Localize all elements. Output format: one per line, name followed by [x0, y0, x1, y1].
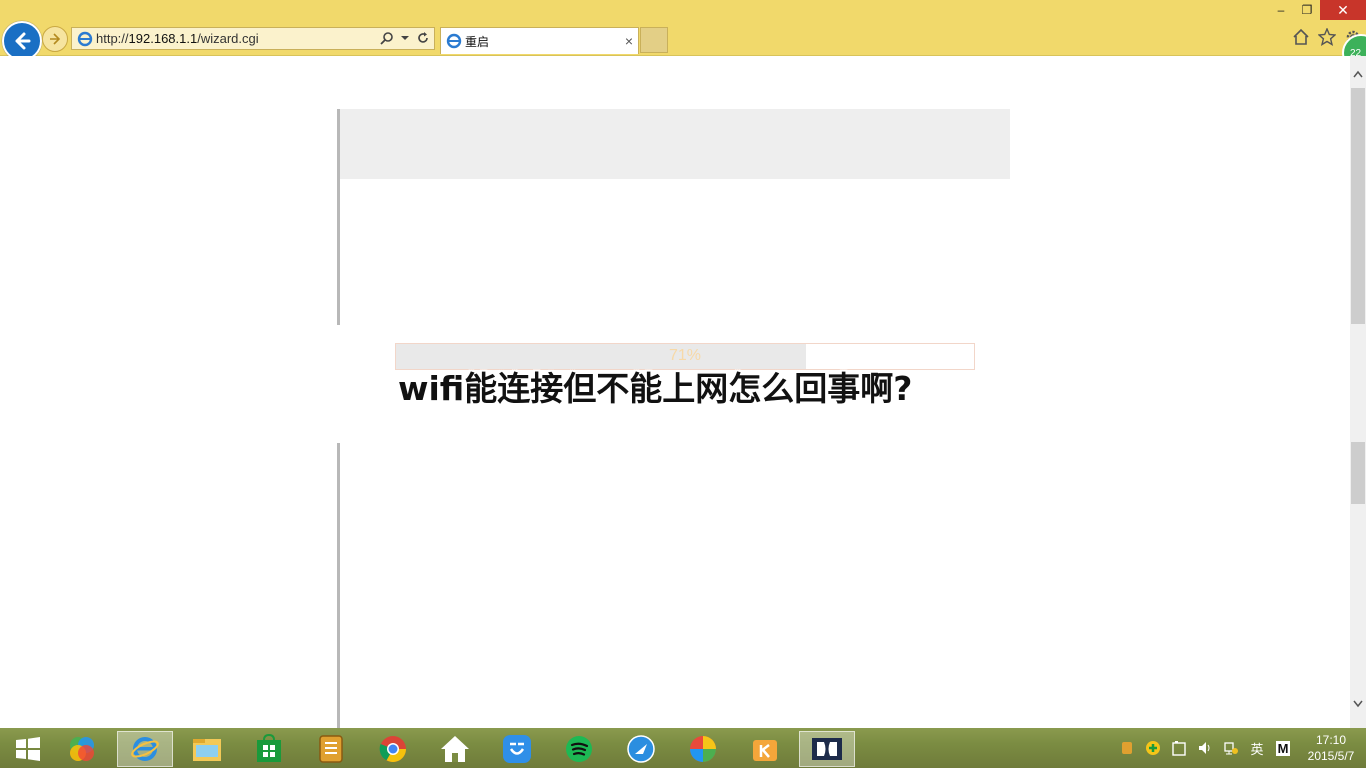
- restore-button[interactable]: ❐: [1294, 0, 1320, 20]
- taskbar-kuaibo[interactable]: [737, 731, 793, 767]
- tray-notes-icon: [1122, 742, 1132, 754]
- url-path: /wizard.cgi: [197, 31, 259, 46]
- app-blue-icon: [503, 735, 531, 763]
- ie-tab-icon: [446, 33, 462, 49]
- spotify-icon: [566, 736, 592, 762]
- address-bar[interactable]: http://192.168.1.1/wizard.cgi: [71, 27, 435, 50]
- chevron-down-icon[interactable]: [400, 31, 410, 45]
- taskbar-colorful-app[interactable]: [675, 731, 731, 767]
- taskbar-internet-explorer[interactable]: [117, 731, 173, 767]
- ie-icon: [131, 737, 159, 761]
- close-window-button[interactable]: ✕: [1320, 0, 1366, 20]
- photos-icon: [70, 737, 94, 761]
- scroll-up-icon[interactable]: [1350, 68, 1366, 84]
- home-app-icon: [441, 736, 469, 762]
- favorites-star-icon[interactable]: [1318, 28, 1336, 46]
- kuaibo-icon: [753, 740, 777, 761]
- taskbar-messenger[interactable]: [613, 731, 669, 767]
- tab-close-button[interactable]: ×: [625, 33, 633, 49]
- url-host: 192.168.1.1: [128, 31, 198, 46]
- tray-notes[interactable]: [1114, 741, 1140, 755]
- store-icon: [257, 734, 281, 762]
- volume-icon: [1199, 742, 1210, 754]
- taskbar-photos[interactable]: [54, 731, 110, 767]
- colorful-icon: [690, 736, 716, 762]
- back-arrow-icon: [15, 32, 31, 50]
- browser-toolbar: http://192.168.1.1/wizard.cgi 重启 × – ❐ ✕: [0, 0, 1366, 72]
- new-tab-button[interactable]: [640, 27, 668, 53]
- start-button[interactable]: [0, 731, 56, 767]
- taskbar: 英 M 17:10 2015/5/7: [0, 728, 1366, 768]
- home-icon[interactable]: [1292, 28, 1310, 46]
- windows-icon: [16, 737, 40, 761]
- page-header-bar: [340, 109, 1010, 179]
- messenger-icon: [627, 735, 655, 763]
- back-button[interactable]: [2, 21, 42, 61]
- plus-circle-icon: [1146, 741, 1160, 755]
- forward-arrow-icon: [50, 33, 61, 45]
- tray-ime[interactable]: 英: [1244, 739, 1270, 758]
- tray-network[interactable]: [1218, 740, 1244, 756]
- tray-add[interactable]: [1140, 740, 1166, 756]
- tray-battery[interactable]: [1166, 740, 1192, 756]
- network-icon: [1224, 742, 1238, 755]
- system-clock[interactable]: 17:10 2015/5/7: [1296, 732, 1366, 764]
- battery-icon: [1172, 741, 1186, 756]
- taskbar-notes[interactable]: [303, 731, 359, 767]
- address-url: http://192.168.1.1/wizard.cgi: [96, 31, 259, 46]
- taskbar-spotify[interactable]: [551, 731, 607, 767]
- tab-title: 重启: [465, 34, 490, 49]
- minimize-button[interactable]: –: [1268, 0, 1294, 20]
- border-gap: [334, 325, 342, 443]
- tray-m-label: M: [1275, 740, 1291, 756]
- dolby-icon: [812, 738, 842, 760]
- taskbar-app-blue[interactable]: [489, 731, 545, 767]
- taskbar-chrome[interactable]: [365, 731, 421, 767]
- system-tray: 英 M 17:10 2015/5/7: [1114, 728, 1366, 768]
- taskbar-dolby[interactable]: [799, 731, 855, 767]
- taskbar-home[interactable]: [427, 731, 483, 767]
- scrollbar-thumb-lower[interactable]: [1351, 442, 1365, 504]
- taskbar-file-explorer[interactable]: [179, 731, 235, 767]
- tray-m[interactable]: M: [1270, 740, 1296, 756]
- search-icon[interactable]: [380, 31, 394, 45]
- taskbar-store[interactable]: [241, 731, 297, 767]
- chrome-icon: [379, 736, 407, 763]
- vertical-scrollbar[interactable]: [1350, 56, 1366, 728]
- tray-volume[interactable]: [1192, 740, 1218, 756]
- url-prefix: http://: [96, 31, 129, 46]
- ie-page-icon: [77, 31, 93, 47]
- overlay-title: wifi能连接但不能上网怎么回事啊?: [398, 369, 913, 408]
- clock-date: 2015/5/7: [1307, 749, 1355, 763]
- folder-icon: [193, 739, 221, 761]
- scroll-down-icon[interactable]: [1350, 698, 1366, 714]
- refresh-icon[interactable]: [416, 31, 430, 45]
- notes-icon: [319, 735, 343, 763]
- forward-button[interactable]: [42, 26, 68, 52]
- scrollbar-thumb-upper[interactable]: [1351, 88, 1365, 324]
- tab-restart[interactable]: 重启 ×: [440, 27, 639, 54]
- clock-time: 17:10: [1315, 733, 1347, 747]
